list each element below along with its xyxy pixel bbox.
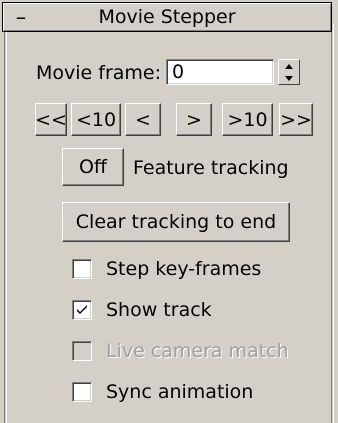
checkmark-icon	[77, 305, 87, 314]
live-camera-match-label: Live camera match	[106, 340, 289, 362]
rollout-header[interactable]: – Movie Stepper	[2, 2, 332, 32]
rollout-title: Movie Stepper	[98, 6, 236, 28]
live-camera-match-checkbox	[72, 341, 92, 361]
movie-frame-spinner[interactable]	[278, 59, 300, 85]
clear-tracking-button[interactable]: Clear tracking to end	[62, 202, 290, 242]
sync-animation-label[interactable]: Sync animation	[106, 381, 253, 403]
show-track-label[interactable]: Show track	[106, 299, 212, 321]
step-key-frames-checkbox[interactable]	[72, 259, 92, 279]
feature-tracking-toggle-button[interactable]: Off	[62, 148, 124, 186]
collapse-toggle[interactable]: –	[11, 4, 31, 30]
back-10-button[interactable]: <10	[71, 103, 121, 136]
spinner-down-icon[interactable]	[279, 72, 299, 84]
show-track-checkbox[interactable]	[72, 300, 92, 320]
feature-tracking-label: Feature tracking	[133, 157, 289, 179]
sync-animation-checkbox[interactable]	[72, 382, 92, 402]
step-key-frames-label[interactable]: Step key-frames	[106, 258, 261, 280]
forward-10-button[interactable]: >10	[222, 103, 273, 136]
movie-frame-input[interactable]: 0	[166, 59, 274, 85]
forward-1-button[interactable]: >	[176, 103, 212, 136]
movie-frame-value: 0	[172, 61, 185, 83]
back-1-button[interactable]: <	[125, 103, 161, 136]
movie-frame-label: Movie frame:	[36, 62, 162, 84]
last-frame-button[interactable]: >>	[279, 103, 313, 136]
first-frame-button[interactable]: <<	[35, 103, 67, 136]
spinner-up-icon[interactable]	[279, 60, 299, 72]
